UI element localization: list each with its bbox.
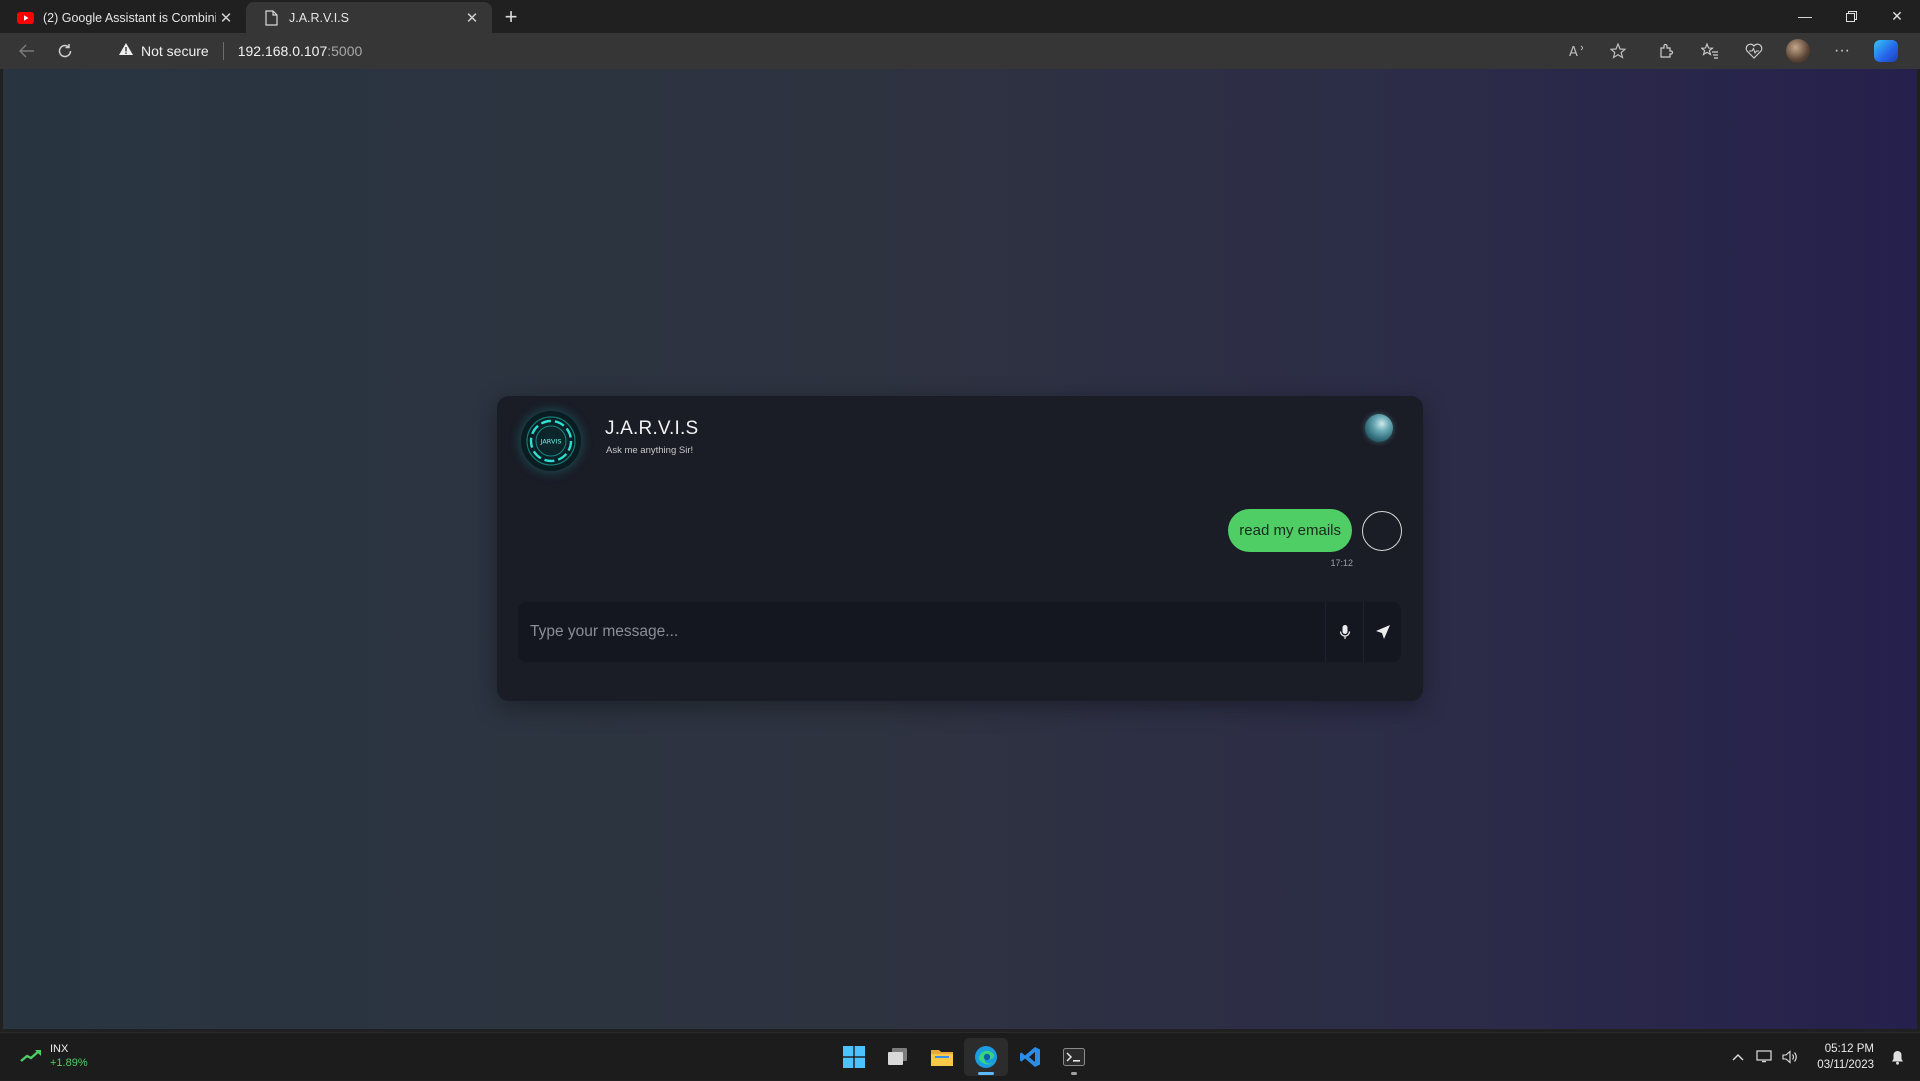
restore-button[interactable] <box>1828 0 1874 32</box>
tab-title: J.A.R.V.I.S <box>289 10 349 25</box>
volume-icon[interactable] <box>1777 1042 1803 1072</box>
system-tray: 05:12 PM 03/11/2023 <box>1725 1033 1910 1081</box>
taskbar: INX +1.89% 05:12 PM 03/11/2023 <box>0 1032 1920 1080</box>
user-message-row: read my emails <box>1228 509 1402 552</box>
window-controls: — ✕ <box>1782 0 1920 32</box>
message-timestamp: 17:12 <box>1330 558 1353 568</box>
microphone-icon <box>1339 625 1350 639</box>
notification-bell-icon[interactable] <box>1884 1042 1910 1072</box>
taskbar-apps <box>832 1038 1096 1076</box>
edge-icon <box>975 1046 997 1068</box>
back-button[interactable] <box>10 35 44 67</box>
youtube-icon <box>17 9 34 26</box>
file-explorer-icon <box>931 1050 953 1066</box>
task-view-icon <box>888 1048 907 1065</box>
jarvis-logo-text: JARVIS <box>540 438 562 446</box>
message-input[interactable] <box>518 602 1325 662</box>
user-message-bubble: read my emails <box>1228 509 1352 552</box>
clock-time: 05:12 PM <box>1824 1043 1874 1055</box>
bot-name: J.A.R.V.I.S <box>605 418 699 439</box>
copilot-icon[interactable] <box>1864 35 1908 67</box>
tab-strip: (2) Google Assistant is Combining ✕ J.A.… <box>0 0 1920 33</box>
new-tab-button[interactable]: + <box>496 2 526 32</box>
security-label: Not secure <box>141 43 209 59</box>
microphone-button[interactable] <box>1325 602 1363 662</box>
close-icon[interactable]: ✕ <box>216 8 236 28</box>
user-avatar <box>1362 510 1402 551</box>
message-composer <box>518 602 1401 662</box>
profile-avatar[interactable] <box>1776 35 1820 67</box>
tab-title: (2) Google Assistant is Combining <box>43 10 216 25</box>
send-button[interactable] <box>1363 602 1401 662</box>
stock-widget[interactable]: INX +1.89% <box>20 1042 88 1070</box>
page-viewport: JARVIS J.A.R.V.I.S Ask me anything Sir! … <box>3 69 1917 1029</box>
address-bar[interactable]: Not secure 192.168.0.107:5000 A <box>108 37 1638 65</box>
bot-tagline: Ask me anything Sir! <box>606 445 694 456</box>
svg-text:A: A <box>1569 45 1578 58</box>
running-indicator <box>1071 1072 1077 1075</box>
read-aloud-icon[interactable]: A <box>1558 37 1598 65</box>
browser-essentials-icon[interactable] <box>1732 35 1776 67</box>
vscode-button[interactable] <box>1008 1038 1052 1076</box>
stock-change: +1.89% <box>50 1057 88 1069</box>
url-host: 192.168.0.107 <box>237 43 328 59</box>
security-indicator[interactable]: Not secure <box>108 42 209 60</box>
jarvis-logo-icon: JARVIS <box>521 411 581 471</box>
url-port: :5000 <box>327 43 363 59</box>
close-icon[interactable]: ✕ <box>462 8 482 28</box>
edge-button[interactable] <box>964 1038 1008 1076</box>
start-icon <box>843 1046 865 1068</box>
minimize-button[interactable]: — <box>1782 0 1828 32</box>
close-window-button[interactable]: ✕ <box>1874 0 1920 32</box>
profile-picture <box>1786 39 1810 63</box>
system-clock[interactable]: 05:12 PM 03/11/2023 <box>1817 1041 1874 1073</box>
warning-icon <box>118 42 134 60</box>
divider <box>222 42 224 60</box>
start-button[interactable] <box>832 1038 876 1076</box>
copilot-logo <box>1874 40 1898 62</box>
chat-window: JARVIS J.A.R.V.I.S Ask me anything Sir! … <box>497 396 1423 701</box>
favorite-star-icon[interactable] <box>1598 37 1638 65</box>
terminal-button[interactable] <box>1052 1038 1096 1076</box>
send-icon <box>1375 625 1390 639</box>
status-orb-icon <box>1365 414 1393 442</box>
tab-youtube[interactable]: (2) Google Assistant is Combining ✕ <box>0 2 246 33</box>
vscode-icon <box>1020 1047 1040 1067</box>
task-view-button[interactable] <box>876 1038 920 1076</box>
browser-toolbar: Not secure 192.168.0.107:5000 A ··· <box>0 33 1920 69</box>
terminal-icon <box>1063 1048 1085 1066</box>
clock-date: 03/11/2023 <box>1817 1059 1874 1071</box>
file-explorer-button[interactable] <box>920 1038 964 1076</box>
reload-button[interactable] <box>48 35 82 67</box>
extensions-icon[interactable] <box>1644 35 1688 67</box>
stock-trend-icon <box>20 1050 41 1062</box>
active-indicator <box>978 1072 994 1075</box>
show-hidden-icons[interactable] <box>1725 1042 1751 1072</box>
favorites-icon[interactable] <box>1688 35 1732 67</box>
stock-label: INX <box>50 1043 69 1055</box>
chat-header: JARVIS J.A.R.V.I.S Ask me anything Sir! <box>497 396 1423 488</box>
network-icon[interactable] <box>1751 1042 1777 1072</box>
more-options-icon[interactable]: ··· <box>1820 35 1864 67</box>
tab-jarvis[interactable]: J.A.R.V.I.S ✕ <box>246 2 492 33</box>
page-icon <box>263 9 280 26</box>
